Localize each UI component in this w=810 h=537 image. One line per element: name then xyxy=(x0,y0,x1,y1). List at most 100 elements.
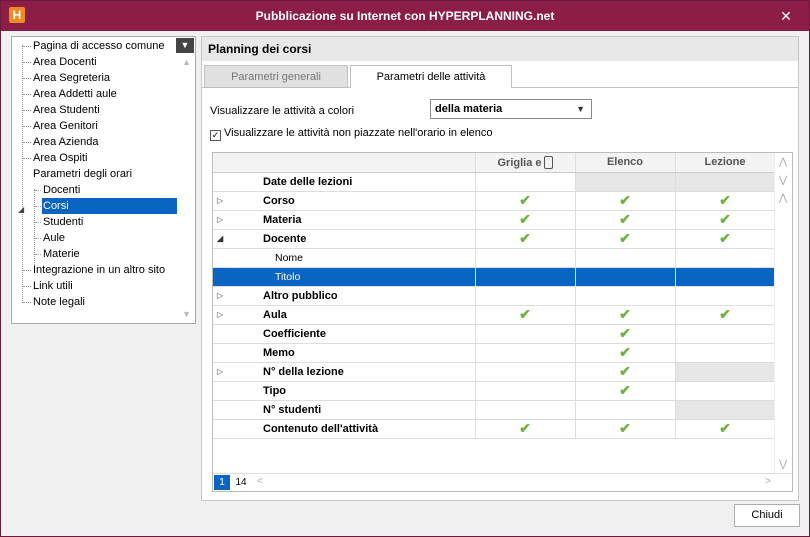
table-row[interactable]: ▷ Materia ✔ ✔ ✔ xyxy=(213,210,776,230)
table-row[interactable]: Date delle lezioni xyxy=(213,172,776,192)
checkmark-icon[interactable]: ✔ xyxy=(575,229,676,249)
empty-cell[interactable] xyxy=(475,343,576,363)
scroll-up-icon[interactable]: ⋀ xyxy=(779,157,787,168)
empty-cell[interactable] xyxy=(475,267,576,287)
expanded-triangle-icon[interactable]: ◢ xyxy=(18,205,24,214)
page-button-current[interactable]: 1 xyxy=(214,475,230,490)
tree-connector xyxy=(23,302,31,303)
empty-cell[interactable] xyxy=(475,248,576,268)
collapsed-triangle-icon[interactable]: ▷ xyxy=(217,310,223,319)
empty-cell[interactable] xyxy=(575,400,676,420)
empty-cell[interactable] xyxy=(675,248,776,268)
checkmark-icon[interactable]: ✔ xyxy=(675,419,776,439)
empty-cell[interactable] xyxy=(675,381,776,401)
checkmark-icon[interactable]: ✔ xyxy=(575,210,676,230)
empty-cell[interactable] xyxy=(475,324,576,344)
checkmark-icon[interactable]: ✔ xyxy=(475,191,576,211)
tree-item[interactable]: Docenti xyxy=(42,182,84,198)
tree-item[interactable]: Area Studenti xyxy=(32,102,104,118)
checkmark-icon[interactable]: ✔ xyxy=(475,229,576,249)
close-icon[interactable]: ✕ xyxy=(777,7,795,25)
empty-cell[interactable] xyxy=(675,286,776,306)
grid-vertical-scrollbar[interactable]: ⋀ ⋁ ⋀ ⋁ xyxy=(774,153,792,473)
checkmark-icon[interactable]: ✔ xyxy=(575,381,676,401)
close-button[interactable]: Chiudi xyxy=(734,504,800,527)
tree-item[interactable]: Parametri degli orari xyxy=(32,166,136,182)
scroll-right-icon[interactable]: > xyxy=(765,476,771,487)
page-button-other[interactable]: 14 xyxy=(232,475,250,490)
tree-item[interactable]: Pagina di accesso comune xyxy=(32,38,168,54)
scroll-up-icon[interactable]: ▲ xyxy=(182,57,191,67)
scroll-down-icon[interactable]: ▼ xyxy=(182,309,191,319)
table-row[interactable]: Contenuto dell'attività ✔ ✔ ✔ xyxy=(213,419,776,439)
checkmark-icon[interactable]: ✔ xyxy=(675,191,776,211)
tree-item[interactable]: Area Addetti aule xyxy=(32,86,121,102)
tree-item[interactable]: Note legali xyxy=(32,294,89,310)
checkmark-icon[interactable]: ✔ xyxy=(575,343,676,363)
unplaced-activities-option[interactable]: ✓ Visualizzare le attività non piazzate n… xyxy=(210,127,493,141)
column-header-lezione[interactable]: Lezione xyxy=(675,153,776,173)
column-header-elenco[interactable]: Elenco xyxy=(575,153,676,173)
tree-item[interactable]: Materie xyxy=(42,246,84,262)
tree-item[interactable]: Area Ospiti xyxy=(32,150,91,166)
checkmark-icon[interactable]: ✔ xyxy=(475,419,576,439)
table-row[interactable]: ▷ N° della lezione ✔ xyxy=(213,362,776,382)
empty-cell[interactable] xyxy=(675,324,776,344)
tree-item[interactable]: Area Segreteria xyxy=(32,70,114,86)
scroll-up-icon[interactable]: ⋀ xyxy=(779,193,787,204)
tree-item[interactable]: Area Azienda xyxy=(32,134,102,150)
collapsed-triangle-icon[interactable]: ▷ xyxy=(217,196,223,205)
checkmark-icon[interactable]: ✔ xyxy=(575,362,676,382)
scroll-left-icon[interactable]: < xyxy=(257,476,263,487)
tree-item[interactable]: Link utili xyxy=(32,278,77,294)
tree-item[interactable]: Aule xyxy=(42,230,69,246)
table-row[interactable]: ▷ Corso ✔ ✔ ✔ xyxy=(213,191,776,211)
table-row[interactable]: ▷ Altro pubblico xyxy=(213,286,776,306)
table-row[interactable]: N° studenti xyxy=(213,400,776,420)
checkmark-icon[interactable]: ✔ xyxy=(575,419,676,439)
empty-cell[interactable] xyxy=(475,362,576,382)
table-row[interactable]: Titolo xyxy=(213,267,776,287)
checkmark-icon[interactable]: ✔ xyxy=(475,305,576,325)
collapsed-triangle-icon[interactable]: ▷ xyxy=(217,215,223,224)
tree-scrollbar[interactable]: ▲ ▼ xyxy=(178,37,195,323)
table-row[interactable]: ▷ Aula ✔ ✔ ✔ xyxy=(213,305,776,325)
empty-cell[interactable] xyxy=(575,286,676,306)
column-header-griglia[interactable]: Griglia e xyxy=(475,153,576,173)
color-select[interactable]: della materia ▼ xyxy=(430,99,592,119)
tree-item[interactable]: Area Genitori xyxy=(32,118,102,134)
scroll-down-icon[interactable]: ⋁ xyxy=(779,459,787,470)
table-row[interactable]: Memo ✔ xyxy=(213,343,776,363)
checkmark-icon[interactable]: ✔ xyxy=(675,210,776,230)
table-row[interactable]: Nome xyxy=(213,248,776,268)
tree-item[interactable]: Corsi xyxy=(42,198,177,214)
empty-cell[interactable] xyxy=(475,381,576,401)
tree-item[interactable]: Studenti xyxy=(42,214,87,230)
checkmark-icon[interactable]: ✔ xyxy=(575,305,676,325)
tree-item[interactable]: Integrazione in un altro sito xyxy=(32,262,169,278)
table-row[interactable]: Tipo ✔ xyxy=(213,381,776,401)
expanded-triangle-icon[interactable]: ◢ xyxy=(217,234,223,243)
tab-parametri-attivita[interactable]: Parametri delle attività xyxy=(350,65,512,88)
empty-cell[interactable] xyxy=(675,343,776,363)
scroll-down-icon[interactable]: ⋁ xyxy=(779,175,787,186)
empty-cell[interactable] xyxy=(575,267,676,287)
empty-cell[interactable] xyxy=(475,286,576,306)
unplaced-activities-checkbox[interactable]: ✓ xyxy=(210,130,221,141)
checkmark-icon[interactable]: ✔ xyxy=(575,324,676,344)
empty-cell[interactable] xyxy=(475,172,576,192)
tree-item[interactable]: Area Docenti xyxy=(32,54,101,70)
checkmark-icon[interactable]: ✔ xyxy=(475,210,576,230)
checkmark-icon[interactable]: ✔ xyxy=(675,229,776,249)
collapsed-triangle-icon[interactable]: ▷ xyxy=(217,367,223,376)
tree-dropdown-button[interactable]: ▼ xyxy=(176,38,194,53)
checkmark-icon[interactable]: ✔ xyxy=(675,305,776,325)
empty-cell[interactable] xyxy=(575,248,676,268)
table-row[interactable]: Coefficiente ✔ xyxy=(213,324,776,344)
collapsed-triangle-icon[interactable]: ▷ xyxy=(217,291,223,300)
empty-cell[interactable] xyxy=(675,267,776,287)
tab-parametri-generali[interactable]: Parametri generali xyxy=(204,65,348,87)
checkmark-icon[interactable]: ✔ xyxy=(575,191,676,211)
table-row[interactable]: ◢ Docente ✔ ✔ ✔ xyxy=(213,229,776,249)
empty-cell[interactable] xyxy=(475,400,576,420)
